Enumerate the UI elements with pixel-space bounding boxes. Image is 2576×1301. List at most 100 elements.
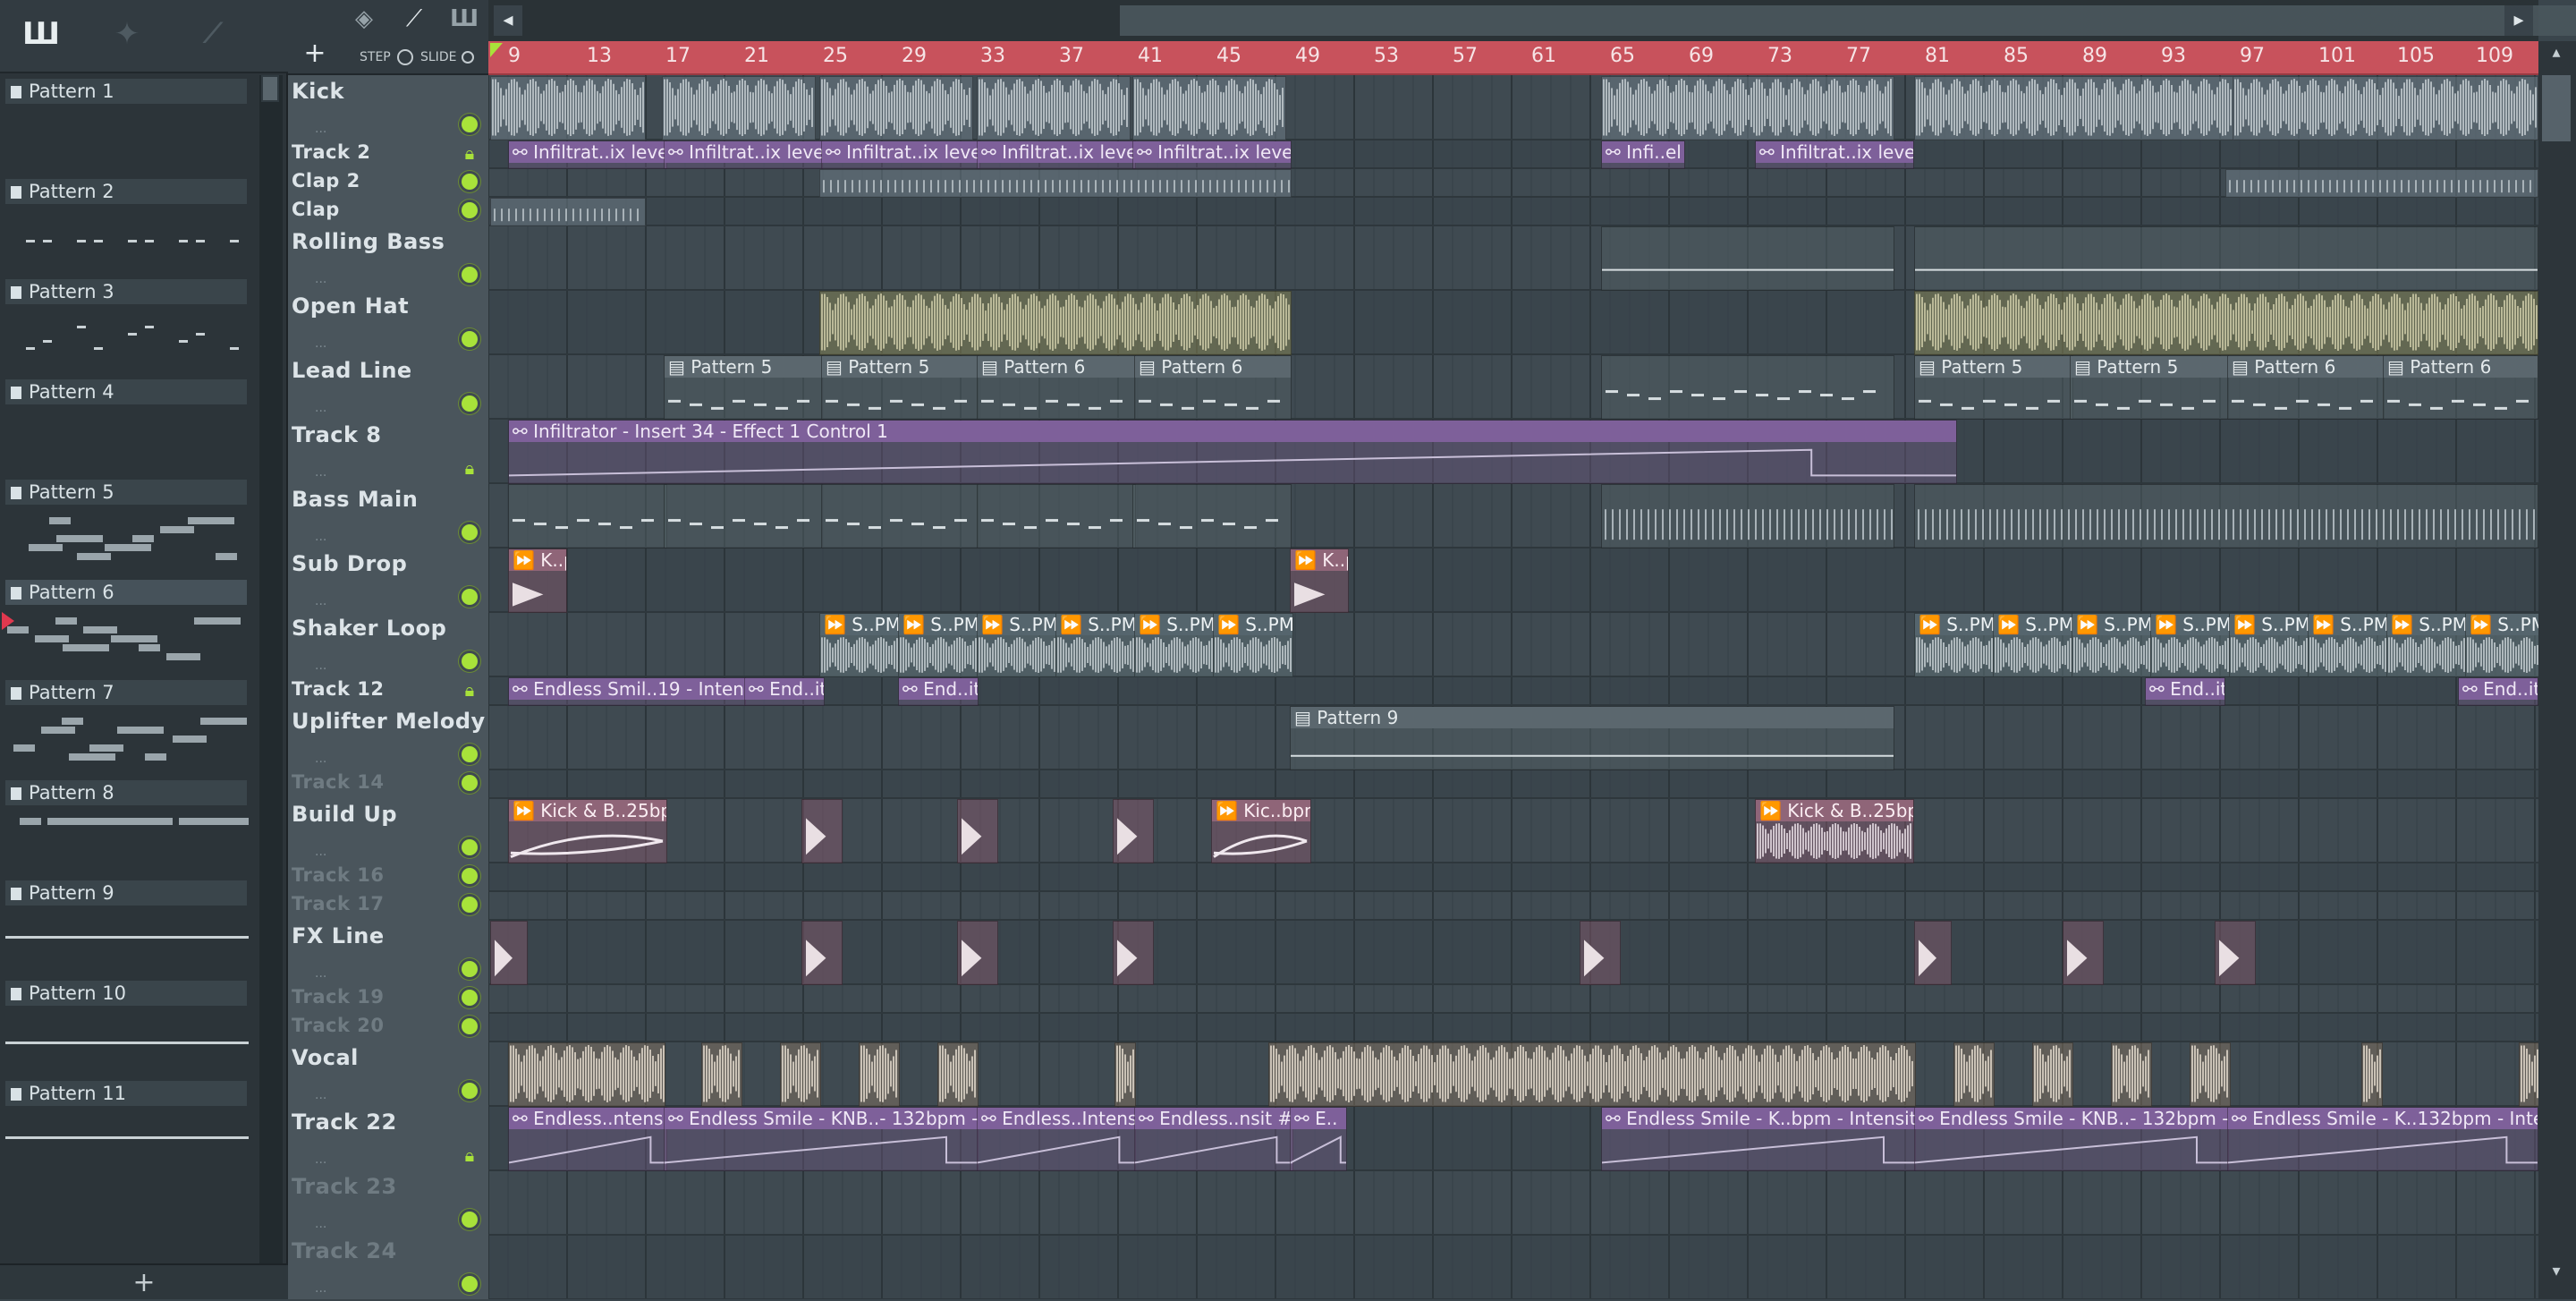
track-header[interactable]: Bass Main...	[288, 483, 488, 549]
clip[interactable]	[977, 484, 1136, 548]
timeline-ruler[interactable]: 9 13 17 21 25 29 33 37 41 45 49 53 57 61 65 69 73 77 81 85 8…	[488, 41, 2538, 75]
picker-scrollbar-thumb[interactable]	[261, 75, 279, 102]
automation-clip[interactable]: ⚯ End..it	[2458, 677, 2538, 706]
track-name[interactable]: Bass Main	[292, 487, 418, 512]
audio-clip[interactable]	[2063, 921, 2104, 985]
add-track-button[interactable]: +	[297, 36, 333, 72]
clip[interactable]	[1601, 226, 1894, 291]
audio-clip[interactable]: ⏩ S..PM	[898, 613, 979, 677]
automation-clip[interactable]: ⚯ Infiltrat..ix level	[977, 140, 1136, 169]
track-options-icon[interactable]: ...	[315, 1088, 326, 1102]
clip[interactable]	[2032, 1042, 2073, 1107]
waveform-tool-icon[interactable]: ◈	[343, 5, 385, 41]
pattern-item[interactable]: Pattern 2	[0, 175, 254, 276]
clip[interactable]	[490, 198, 646, 226]
automation-clip[interactable]: ⚯ Endless..ntensit	[508, 1107, 667, 1171]
lock-icon[interactable]: 🔒︎	[462, 143, 478, 163]
audio-clip[interactable]: ⏩ S..PM	[1914, 613, 1995, 677]
automation-clip[interactable]: ⚯ Endless Smil..19 - Intensit	[508, 677, 746, 706]
clip[interactable]	[1601, 76, 1894, 140]
track-name[interactable]: Track 19	[292, 986, 385, 1008]
automation-clip[interactable]: ⚯ Endless..nsit #3	[1134, 1107, 1293, 1171]
audio-clip[interactable]: ⏩ S..PM	[1993, 613, 2073, 677]
track-name[interactable]: Track 12	[292, 678, 385, 700]
automation-clip[interactable]: ⚯ Infiltrat..ix level	[1132, 140, 1292, 169]
pattern-header[interactable]: Pattern 9	[5, 880, 247, 906]
track-options-icon[interactable]: ...	[315, 1281, 326, 1296]
track-name[interactable]: Rolling Bass	[292, 229, 445, 254]
track-header[interactable]: Rolling Bass...	[288, 225, 488, 292]
audio-clip[interactable]: ⏩ K..p	[1290, 548, 1349, 613]
song-start-marker[interactable]	[490, 43, 503, 57]
track-header[interactable]: Track 8... 🔒︎	[288, 419, 488, 485]
pattern-item[interactable]: Pattern 5	[0, 476, 254, 576]
track-options-icon[interactable]: ...	[315, 1152, 326, 1167]
track-header[interactable]: Track 19	[288, 984, 488, 1015]
track-header[interactable]: Build Up...	[288, 798, 488, 864]
track-options-icon[interactable]: ...	[315, 659, 326, 673]
track-mute-led[interactable]	[462, 589, 478, 605]
vertical-scrollbar[interactable]	[2538, 41, 2576, 1299]
track-mute-led[interactable]	[462, 775, 478, 791]
lock-icon[interactable]: 🔒︎	[462, 458, 478, 478]
track-name[interactable]: Track 2	[292, 141, 370, 163]
audio-clip[interactable]: ⏩ Kic..bpm	[1211, 799, 1311, 863]
audio-clip[interactable]	[1580, 921, 1621, 985]
track-name[interactable]: Build Up	[292, 802, 397, 827]
audio-clip[interactable]	[2215, 921, 2256, 985]
track-options-icon[interactable]: ...	[315, 465, 326, 480]
automation-clip[interactable]: ⚯ Endless Smile - K..bpm - Intensit #4	[1601, 1107, 1916, 1171]
clip[interactable]	[821, 484, 979, 548]
clip[interactable]	[1114, 1042, 1136, 1107]
automation-clip[interactable]: ⚯ Infiltrat..ix level	[821, 140, 980, 169]
playlist-arrangement[interactable]: ⚯ Infiltrat..ix level ⚯ Infiltrat..ix lev…	[488, 75, 2538, 1299]
overview-viewport[interactable]	[1120, 5, 2576, 36]
track-name[interactable]: Track 22	[292, 1110, 397, 1135]
clip[interactable]	[662, 76, 816, 140]
pattern-header[interactable]: Pattern 6	[5, 580, 247, 605]
lock-icon[interactable]: 🔒︎	[462, 1145, 478, 1165]
audio-clip[interactable]: ⏩ Kick & B..25bpm	[1755, 799, 1914, 863]
pattern-item[interactable]: Pattern 3	[0, 276, 254, 376]
track-mute-led[interactable]	[462, 1018, 478, 1034]
pattern-clip[interactable]: ▤ Pattern 6	[977, 355, 1136, 420]
track-name[interactable]: Uplifter Melody	[292, 709, 486, 734]
pattern-item[interactable]: Pattern 11	[0, 1077, 254, 1178]
pattern-item[interactable]: Pattern 8	[0, 777, 254, 877]
automation-clip[interactable]: ⚯ Infiltrat..ix level	[1755, 140, 1914, 169]
track-options-icon[interactable]: ...	[315, 966, 326, 981]
pattern-clip[interactable]: ▤ Pattern 5	[2070, 355, 2229, 420]
scroll-left-button[interactable]: ◂	[494, 5, 522, 36]
pattern-clip[interactable]: ▤ Pattern 5	[664, 355, 823, 420]
track-header[interactable]: Clap	[288, 197, 488, 227]
automation-clip[interactable]: ⚯ Endless Smile - K..132bpm - Intensit	[2227, 1107, 2538, 1171]
track-name[interactable]: Track 20	[292, 1015, 385, 1036]
pattern-header[interactable]: Pattern 8	[5, 780, 247, 805]
audio-clip[interactable]: ⏩ S..PM	[2465, 613, 2538, 677]
lock-icon[interactable]: 🔒︎	[462, 680, 478, 700]
automation-icon[interactable]: ⟋	[191, 13, 234, 55]
track-header[interactable]: Sub Drop...	[288, 548, 488, 614]
track-name[interactable]: Track 17	[292, 893, 385, 914]
track-name[interactable]: Sub Drop	[292, 551, 407, 576]
track-name[interactable]: Clap	[292, 199, 340, 220]
track-name[interactable]: Open Hat	[292, 293, 409, 319]
clip[interactable]	[819, 291, 1292, 355]
song-overview[interactable]: ◂ ▸	[488, 0, 2576, 41]
track-header[interactable]: FX Line...	[288, 920, 488, 986]
track-mute-led[interactable]	[462, 897, 478, 913]
track-name[interactable]: Track 8	[292, 422, 382, 447]
track-name[interactable]: Clap 2	[292, 170, 360, 191]
track-mute-led[interactable]	[462, 653, 478, 669]
automation-clip[interactable]: ⚯ Endless Smile - KNB..- 132bpm - Int	[1914, 1107, 2229, 1171]
track-mute-led[interactable]	[462, 746, 478, 762]
audio-clip[interactable]: ⏩ S..PM	[2072, 613, 2152, 677]
track-name[interactable]: Shaker Loop	[292, 616, 446, 641]
audio-clip[interactable]	[490, 921, 528, 985]
pattern-item[interactable]: Pattern 9	[0, 877, 254, 977]
pattern-header[interactable]: Pattern 4	[5, 379, 247, 404]
track-mute-led[interactable]	[462, 868, 478, 884]
pattern-header[interactable]: Pattern 3	[5, 279, 247, 304]
track-name[interactable]: FX Line	[292, 923, 385, 948]
automation-clip[interactable]: ⚯ Infiltrat..ix level	[508, 140, 667, 169]
